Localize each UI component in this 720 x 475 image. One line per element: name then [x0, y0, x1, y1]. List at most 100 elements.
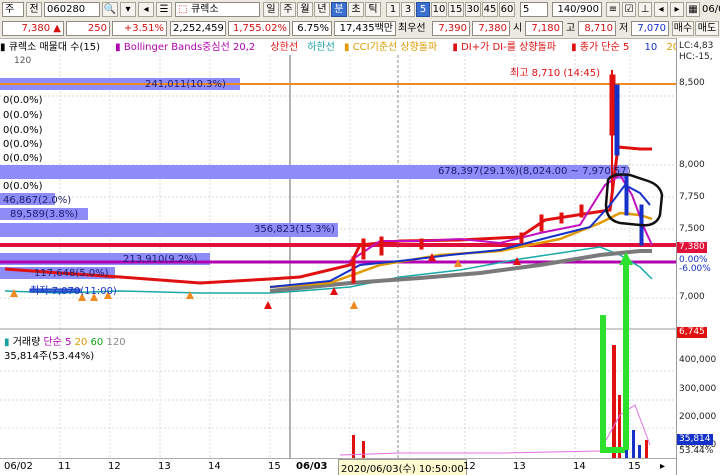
legend-close: ▮ 종가 단순 5	[571, 42, 630, 53]
nav-right-icon[interactable]: ▸	[670, 2, 684, 17]
period-week[interactable]: 주	[280, 2, 296, 17]
date-label: 06/03	[702, 4, 720, 15]
profile-label: 0(0.0%)	[3, 110, 43, 121]
last-tag: 6,745	[677, 327, 707, 338]
best-label: 최우선	[398, 23, 426, 34]
pin-icon[interactable]: ⊥	[638, 2, 652, 17]
volume-tick: 400,000	[679, 355, 717, 365]
minute-10[interactable]: 10	[431, 2, 447, 17]
current-price: 7,380 ▲	[2, 21, 64, 36]
minute-3[interactable]: 3	[401, 2, 415, 17]
turnover-ratio: 6.75%	[292, 21, 332, 36]
profile-label: 0(0.0%)	[3, 153, 43, 164]
profile-label: 241,011(10.3%)	[145, 79, 226, 90]
profile-label: 0(0.0%)	[3, 181, 43, 192]
high-label: 고	[566, 23, 576, 34]
count-input[interactable]: 140/900	[552, 2, 602, 17]
legend-cci: ▮ CCI기준선 상향돌파	[344, 42, 438, 53]
legend-bollinger: ▮ Bollinger Bands중심선 20,2	[115, 42, 256, 53]
axis-tick: 7,000	[679, 292, 705, 302]
trade-amount: 17,435백만	[334, 21, 396, 36]
change-value: 250	[66, 21, 110, 36]
scroll-right-icon[interactable]: ▸	[660, 461, 665, 472]
volume-legend: ▮ 거래량 단순 5 20 60 120	[4, 337, 126, 348]
menu-dropdown[interactable]: 주	[2, 2, 24, 17]
sort-icon[interactable]: ☰	[156, 2, 172, 17]
volume-value: 2,252,459	[170, 21, 226, 36]
open-label: 시	[513, 23, 523, 34]
prev-button[interactable]: 전	[26, 2, 42, 17]
period-tick[interactable]: 틱	[365, 2, 381, 17]
high-price: 8,710	[578, 21, 616, 36]
neg-pct: -6.00%	[679, 264, 711, 274]
code-dropdown-icon[interactable]: ▾	[120, 2, 136, 17]
minute-5[interactable]: 5	[416, 2, 430, 17]
minute-15[interactable]: 15	[448, 2, 464, 17]
axis-tick: 7,500	[679, 224, 705, 234]
quote-bar: 7,380 ▲ 250 +3.51% 2,252,459 1,755.02% 6…	[0, 19, 720, 39]
profile-label: 46,867(2.0%)	[3, 195, 72, 206]
volume-last-pct: 53.44%	[679, 446, 714, 456]
minute-60[interactable]: 60	[499, 2, 515, 17]
legend-name: ▮ 큐렉소 매물대 수(15)	[0, 42, 100, 53]
sell-button[interactable]: 매도	[695, 21, 719, 36]
low-annotation: 최저 7,070(11:00)	[30, 286, 117, 297]
period-year[interactable]: 년	[314, 2, 330, 17]
checkbox-icon[interactable]: ☑	[622, 2, 636, 17]
period-minute[interactable]: 분	[331, 2, 347, 17]
open-price: 7,180	[525, 21, 563, 36]
legend-ma10: 10	[644, 42, 658, 53]
x-tick: 06/03	[296, 461, 328, 472]
low-label: 저	[619, 23, 629, 34]
current-price-tag: 7,380	[677, 242, 707, 253]
hc-label: HC:-15,	[679, 52, 713, 62]
best-bid: 7,390	[432, 21, 470, 36]
profile-label: 0(0.0%)	[3, 95, 43, 106]
stock-code-input[interactable]: 060280	[44, 2, 100, 17]
profile-label: 678,397(29.1%)(8,024.00 ~ 7,970.57)	[438, 166, 631, 177]
x-tick: 14	[208, 461, 221, 472]
x-tick: 15	[268, 461, 281, 472]
legend-di: ▮ DI+가 DI-를 상향돌파	[452, 42, 556, 53]
minute-30[interactable]: 30	[465, 2, 481, 17]
axis-tick: 8,500	[679, 78, 705, 88]
x-tick: 13	[158, 461, 171, 472]
volume-last-tag: 35,814	[677, 434, 713, 445]
x-tick: 06/02	[4, 461, 33, 472]
x-tick: 12	[463, 461, 476, 472]
volume-tick: 300,000	[679, 384, 717, 394]
time-axis[interactable]: 06/02 11 12 13 14 15 06/03 2020/06/03(수)…	[0, 458, 676, 475]
profile-label: 213,910(9.2%)	[123, 254, 198, 265]
toolbar-top: 주 전 060280 🔍 ▾ ◂ ☰ ⬚ 큐렉소 일 주 월 년 분 초 틱 1…	[0, 0, 720, 20]
chart-window: { "toolbar1": { "menu_label": "주", "prev…	[0, 0, 720, 475]
volume-value: 35,814주(53.44%)	[4, 351, 95, 362]
period-day[interactable]: 일	[263, 2, 279, 17]
legend-lower: 하한선	[307, 42, 335, 53]
price-axis: LC:4,83 HC:-15, 8,500 8,000 7,750 7,500 …	[676, 38, 720, 475]
price-chart[interactable]: 241,011(10.3%) 0(0.0%) 0(0.0%) 0(0.0%) 0…	[0, 55, 676, 475]
green-up-arrow	[619, 252, 633, 450]
profile-label: 0(0.0%)	[3, 125, 43, 136]
calendar-icon[interactable]: ▦	[686, 2, 700, 17]
profile-label: 117,648(5.0%)	[34, 268, 109, 279]
speaker-icon[interactable]: ◂	[138, 2, 154, 17]
cursor-time-label: 2020/06/03(수) 10:50:00	[338, 459, 467, 475]
x-tick: 15	[628, 461, 641, 472]
profile-label: 356,823(15.3%)	[254, 224, 335, 235]
period-month[interactable]: 월	[297, 2, 313, 17]
minute-1[interactable]: 1	[386, 2, 400, 17]
nav-left-icon[interactable]: ◂	[654, 2, 668, 17]
minute-45[interactable]: 45	[482, 2, 498, 17]
high-annotation: 최고 8,710 (14:45)	[510, 68, 601, 79]
x-tick: 13	[513, 461, 526, 472]
chart-svg	[0, 55, 676, 458]
buy-button[interactable]: 매수	[672, 21, 694, 36]
axis-tick: 7,750	[679, 192, 705, 202]
low-price: 7,070	[631, 21, 669, 36]
stock-name-field[interactable]: ⬚ 큐렉소	[175, 2, 260, 17]
period-second[interactable]: 초	[348, 2, 364, 17]
x-tick: 14	[573, 461, 586, 472]
search-icon[interactable]: 🔍	[102, 2, 118, 17]
list-icon[interactable]: ≡	[606, 2, 620, 17]
interval-select[interactable]: 5	[520, 2, 548, 17]
